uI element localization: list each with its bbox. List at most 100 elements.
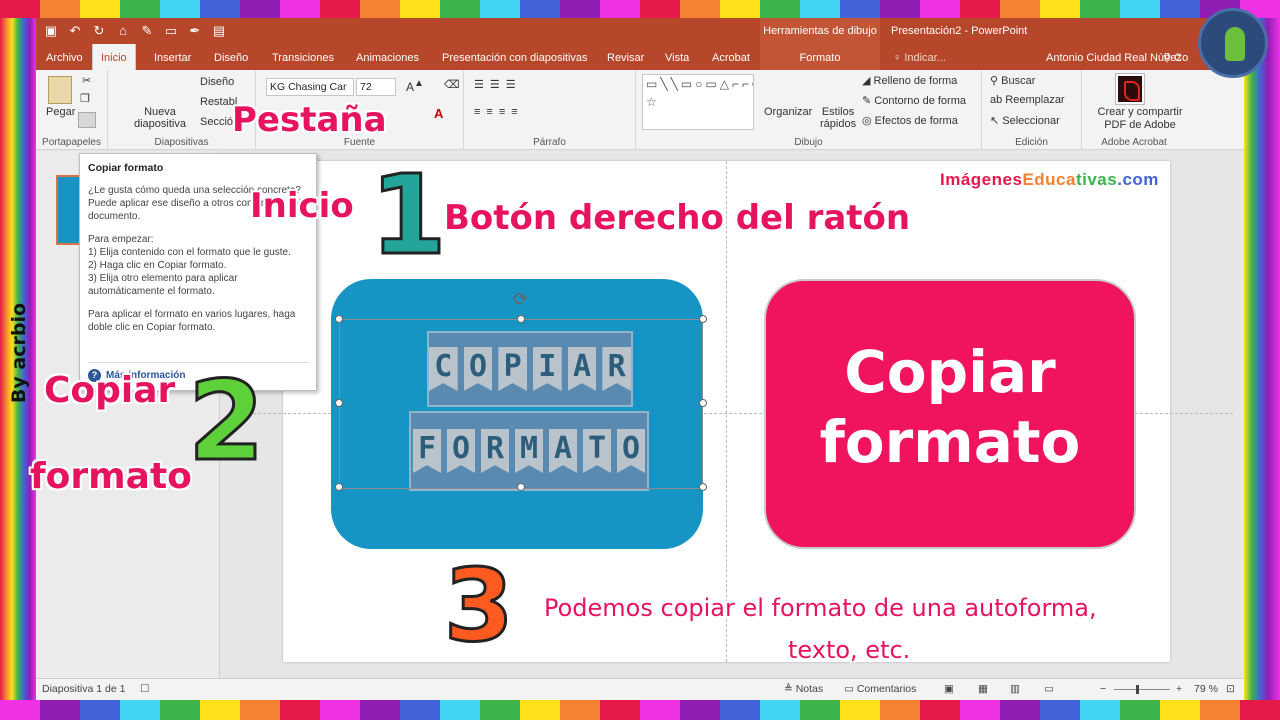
title-bar: ▣ ↶ ↻ ⌂ ✎ ▭ ✒ ▤ Herramientas de dibujo P… xyxy=(36,18,1244,44)
annotation-formato: formato xyxy=(30,456,192,497)
replace-icon: ab xyxy=(990,94,1006,106)
zoom-out-icon[interactable]: − xyxy=(1100,683,1106,695)
create-pdf-button[interactable]: Crear y compartir PDF de Adobe xyxy=(1090,106,1190,132)
shape-effects-button[interactable]: ◎ Efectos de forma xyxy=(862,114,958,127)
shape-outline-button[interactable]: ✎ Contorno de forma xyxy=(862,94,966,107)
annotation-number-2: 2 xyxy=(187,357,267,485)
person-icon: ⚲ xyxy=(1163,52,1175,64)
resize-handle[interactable] xyxy=(335,483,343,491)
brand-watermark: ImágenesEducativas.com xyxy=(940,170,1159,189)
annotation-right-click: Botón derecho del ratón xyxy=(444,198,911,238)
grow-font-icon[interactable]: A▲ xyxy=(406,78,424,94)
share-button[interactable]: ⚲ Co xyxy=(1163,44,1188,72)
select-button[interactable]: ↖ Seleccionar xyxy=(990,114,1060,127)
pencil-icon: ✎ xyxy=(862,95,875,107)
reading-view-icon[interactable]: ▥ xyxy=(1010,683,1020,695)
tab-insertar[interactable]: Insertar xyxy=(146,44,199,70)
resize-handle[interactable] xyxy=(699,315,707,323)
annotation-description-line2: texto, etc. xyxy=(788,636,911,664)
spellcheck-icon[interactable]: ☐ xyxy=(140,683,149,695)
slideshow-view-icon[interactable]: ▭ xyxy=(1044,683,1054,695)
shapes-gallery[interactable]: ▭╲╲▭○▭△⌐⌐⇨⇨◯⌐╲╲{}☆ xyxy=(642,74,754,130)
ribbon: Pegar ✂ ❐ Portapapeles Nueva diapositiva … xyxy=(36,70,1244,150)
tab-animaciones[interactable]: Animaciones xyxy=(348,44,427,70)
resize-handle[interactable] xyxy=(335,399,343,407)
font-color-icon[interactable]: A xyxy=(434,106,443,121)
layout-button[interactable]: Diseño xyxy=(200,76,234,88)
save-icon[interactable]: ▣ xyxy=(42,22,60,40)
pink-rounded-shape[interactable]: Copiar formato xyxy=(764,279,1136,549)
resize-handle[interactable] xyxy=(699,483,707,491)
undo-icon[interactable]: ↶ xyxy=(66,22,84,40)
user-name[interactable]: Antonio Ciudad Real Núñez xyxy=(1046,44,1182,72)
shape-icon[interactable]: ▭ xyxy=(162,22,180,40)
start-presentation-icon[interactable]: ⌂ xyxy=(114,22,132,40)
replace-button[interactable]: ab Reemplazar xyxy=(990,94,1065,106)
effects-icon: ◎ xyxy=(862,115,875,127)
resize-handle[interactable] xyxy=(699,399,707,407)
rainbow-border-bottom xyxy=(0,700,1280,720)
copy-icon[interactable]: ❐ xyxy=(80,92,90,105)
format-painter-icon[interactable]: ▤ xyxy=(210,22,228,40)
font-name-select[interactable]: KG Chasing Car xyxy=(266,78,354,96)
resize-handle[interactable] xyxy=(517,315,525,323)
rotate-handle-icon[interactable]: ⟳ xyxy=(513,289,528,310)
tooltip-title: Copiar formato xyxy=(88,162,164,174)
tab-presentacion[interactable]: Presentación con diapositivas xyxy=(434,44,596,70)
drawing-tools-label: Herramientas de dibujo xyxy=(760,18,880,44)
notes-button[interactable]: ≜ Notas xyxy=(784,683,823,695)
tab-diseno[interactable]: Diseño xyxy=(206,44,256,70)
zoom-level[interactable]: 79 % xyxy=(1194,683,1218,695)
tab-vista[interactable]: Vista xyxy=(657,44,697,70)
acrobat-icon[interactable] xyxy=(1116,74,1144,104)
normal-view-icon[interactable]: ▣ xyxy=(944,683,954,695)
zoom-slider[interactable] xyxy=(1114,689,1170,690)
selection-box xyxy=(339,319,703,489)
slide-count: Diapositiva 1 de 1 xyxy=(42,683,126,695)
align-icon[interactable]: ≡≡≡≡ xyxy=(474,106,524,118)
tab-formato[interactable]: Formato xyxy=(760,44,880,70)
tab-transiciones[interactable]: Transiciones xyxy=(264,44,342,70)
tab-archivo[interactable]: Archivo xyxy=(38,44,91,70)
shape-fill-button[interactable]: ◢ Relleno de forma xyxy=(862,74,957,87)
tab-revisar[interactable]: Revisar xyxy=(599,44,652,70)
ribbon-tabs: Archivo Inicio Insertar Diseño Transicio… xyxy=(36,44,1244,70)
tab-acrobat[interactable]: Acrobat xyxy=(704,44,758,70)
lightbulb-icon: ♀ xyxy=(893,52,905,64)
cut-icon[interactable]: ✂ xyxy=(82,74,91,87)
arrange-button[interactable]: Organizar xyxy=(764,106,812,118)
group-clipboard: Pegar ✂ ❐ Portapapeles xyxy=(36,70,108,150)
zoom-in-icon[interactable]: + xyxy=(1176,683,1182,695)
format-painter-button[interactable] xyxy=(78,112,96,128)
zoom-slider-thumb[interactable] xyxy=(1136,685,1139,694)
tell-me-search[interactable]: ♀ Indicar... xyxy=(893,44,946,72)
group-label-adobe: Adobe Acrobat xyxy=(1101,137,1167,148)
pen-icon[interactable]: ✒ xyxy=(186,22,204,40)
pink-shape-text: Copiar formato xyxy=(819,338,1081,476)
bullets-icon[interactable]: ☰☰☰ xyxy=(474,78,522,91)
comment-icon: ▭ xyxy=(844,683,857,695)
comments-button[interactable]: ▭ Comentarios xyxy=(844,683,916,695)
group-editing: ⚲ Buscar ab Reemplazar ↖ Seleccionar Edi… xyxy=(982,70,1082,150)
tooltip-paragraph: Para aplicar el formato en varios lugare… xyxy=(88,309,296,333)
group-label-clipboard: Portapapeles xyxy=(42,137,101,148)
magnifier-icon: ⚲ xyxy=(990,75,1002,87)
find-button[interactable]: ⚲ Buscar xyxy=(990,74,1035,87)
redo-icon[interactable]: ↻ xyxy=(90,22,108,40)
quick-access-toolbar: ▣ ↶ ↻ ⌂ ✎ ▭ ✒ ▤ xyxy=(42,22,228,40)
resize-handle[interactable] xyxy=(335,315,343,323)
fit-slide-icon[interactable]: ⊡ xyxy=(1226,683,1235,695)
font-size-select[interactable]: 72 xyxy=(356,78,396,96)
new-slide-button[interactable]: Nueva diapositiva xyxy=(134,106,186,130)
tab-inicio[interactable]: Inicio xyxy=(92,44,136,70)
rainbow-border-top xyxy=(0,0,1280,18)
clear-format-icon[interactable]: ⌫ xyxy=(444,78,460,91)
sorter-view-icon[interactable]: ▦ xyxy=(978,683,988,695)
quick-styles-button[interactable]: Estilos rápidos xyxy=(820,106,856,130)
paste-button[interactable]: Pegar xyxy=(46,106,75,118)
ink-icon[interactable]: ✎ xyxy=(138,22,156,40)
paste-icon[interactable] xyxy=(48,76,72,104)
notes-icon: ≜ xyxy=(784,683,796,695)
resize-handle[interactable] xyxy=(517,483,525,491)
cursor-icon: ↖ xyxy=(990,115,1003,127)
